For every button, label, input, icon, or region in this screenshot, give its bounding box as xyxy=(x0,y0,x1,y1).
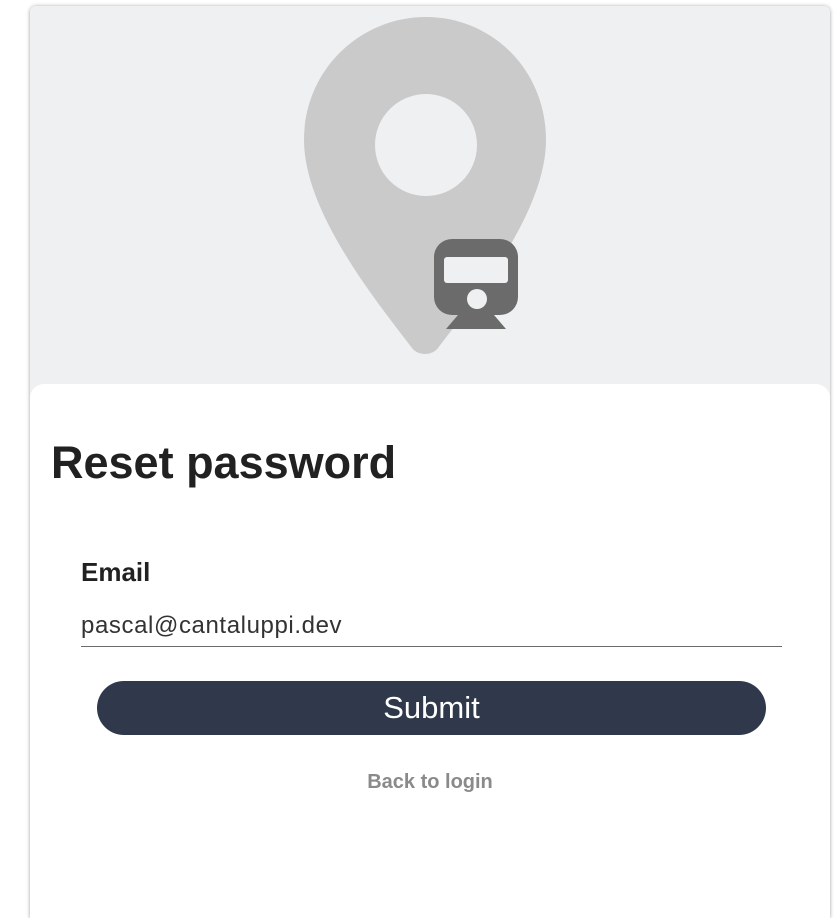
email-field[interactable] xyxy=(81,606,782,647)
hero-banner xyxy=(30,6,830,396)
hero-illustration xyxy=(304,17,546,354)
email-label: Email xyxy=(81,557,151,587)
back-to-login-link[interactable]: Back to login xyxy=(30,772,830,792)
reset-password-card: Reset password Email Submit Back to logi… xyxy=(30,6,830,918)
submit-button[interactable]: Submit xyxy=(97,681,766,735)
page-title: Reset password xyxy=(51,437,397,488)
